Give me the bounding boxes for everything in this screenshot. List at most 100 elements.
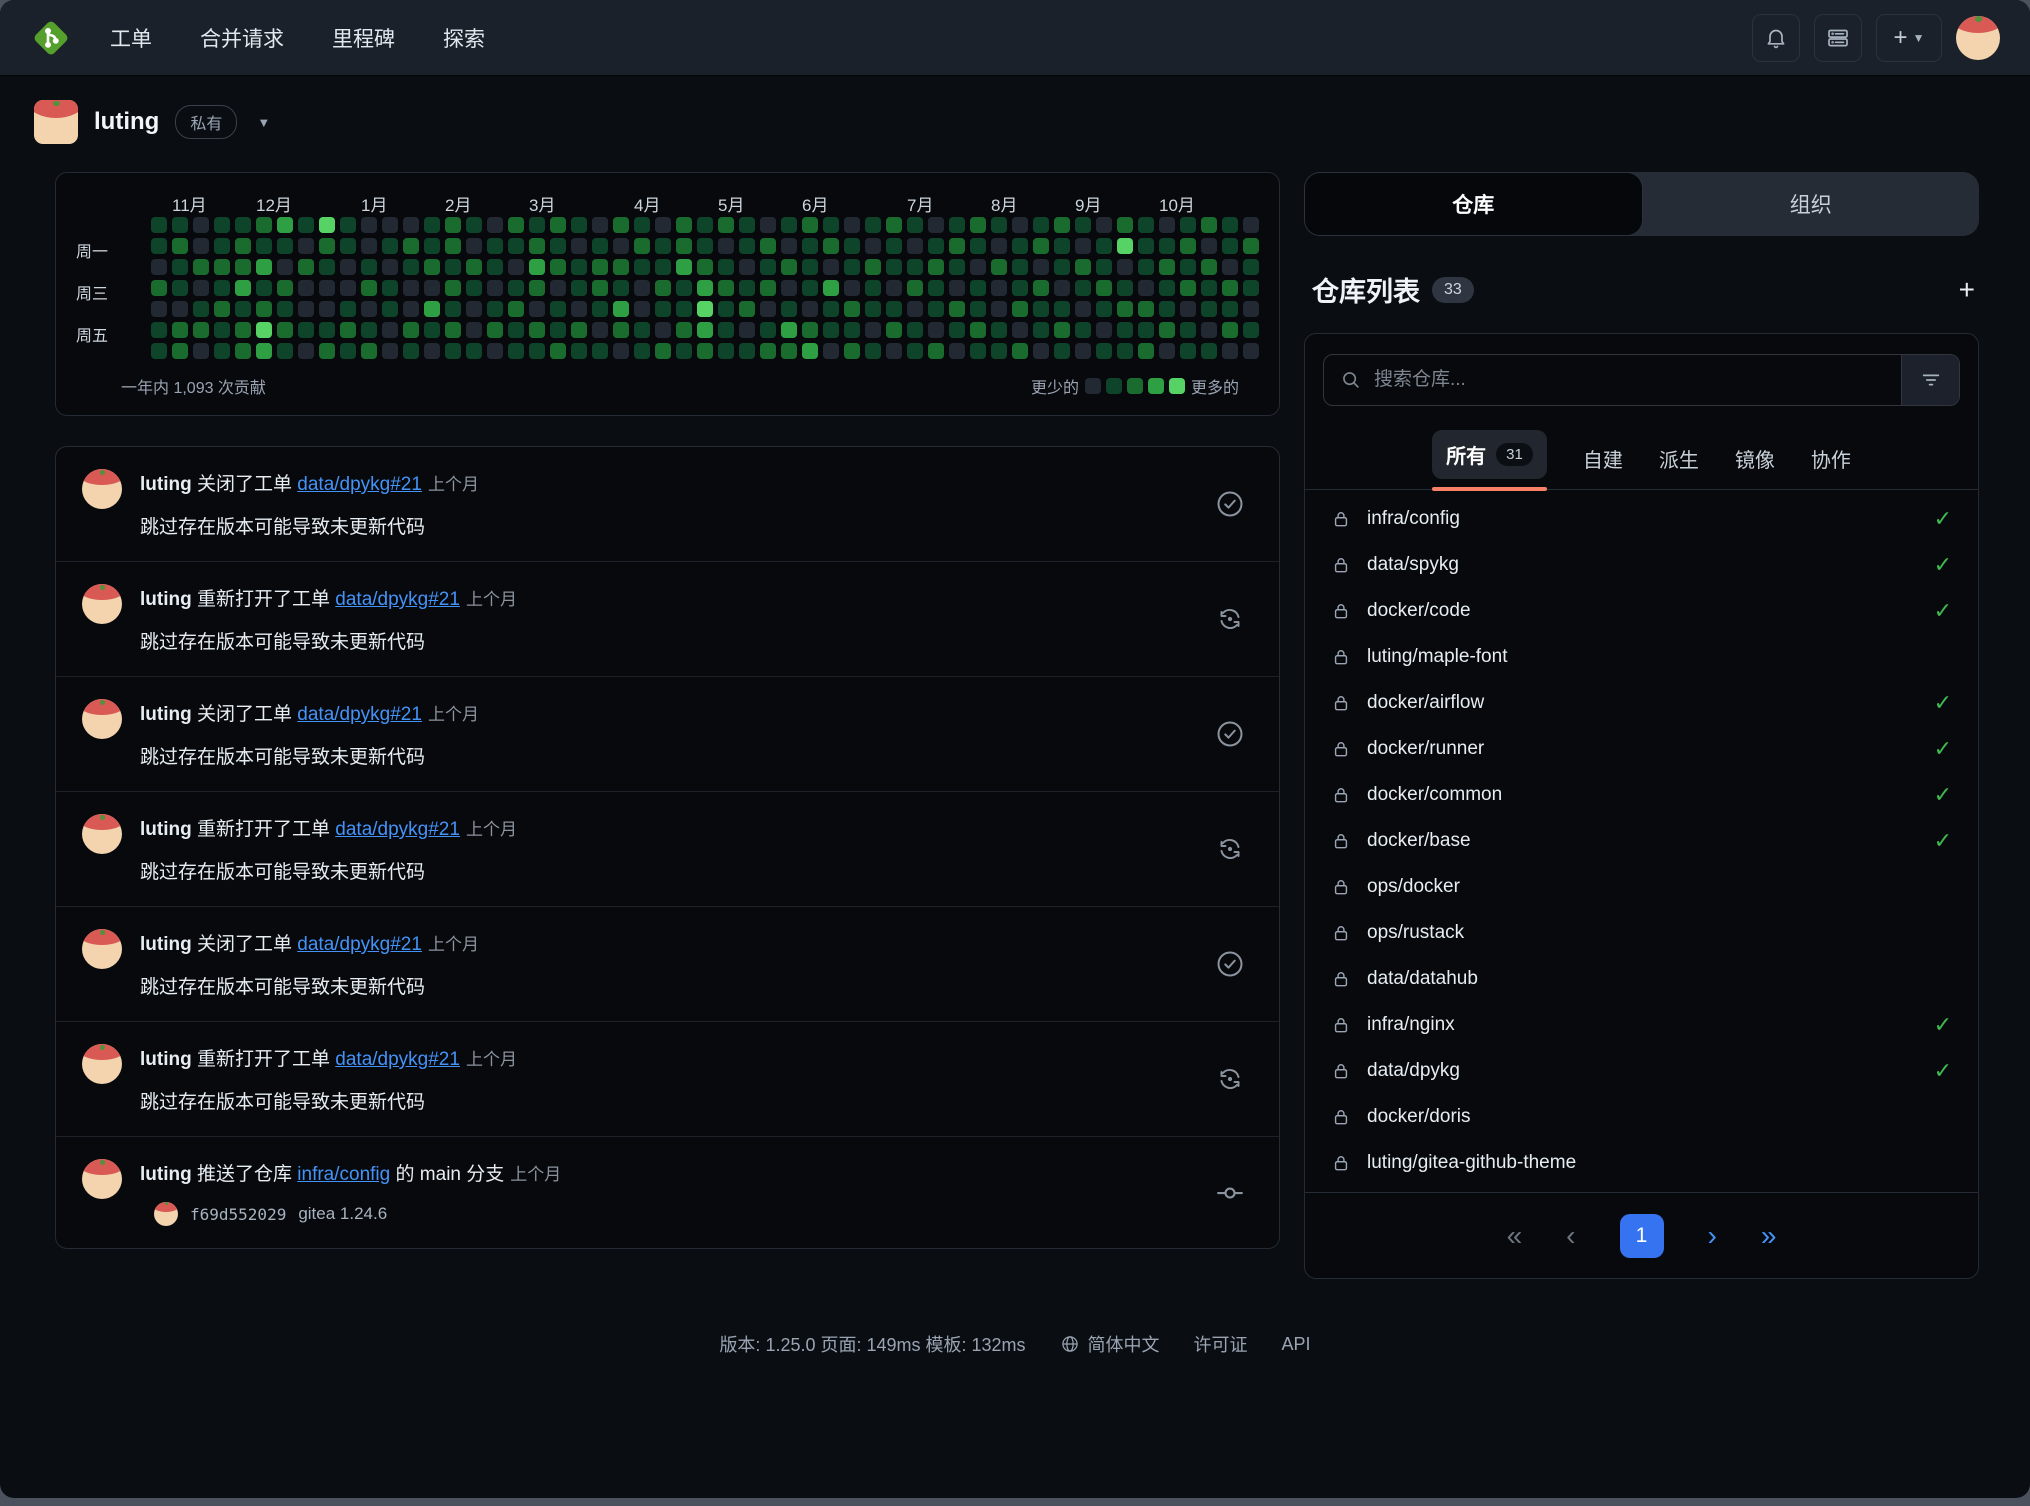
heatmap-cell[interactable] <box>193 280 209 296</box>
heatmap-cell[interactable] <box>1180 238 1196 254</box>
heatmap-cell[interactable] <box>550 322 566 338</box>
heatmap-cell[interactable] <box>424 301 440 317</box>
heatmap-cell[interactable] <box>1117 238 1133 254</box>
heatmap-cell[interactable] <box>319 343 335 359</box>
heatmap-cell[interactable] <box>760 301 776 317</box>
heatmap-cell[interactable] <box>697 259 713 275</box>
heatmap-cell[interactable] <box>487 280 503 296</box>
heatmap-cell[interactable] <box>781 322 797 338</box>
heatmap-cell[interactable] <box>802 259 818 275</box>
heatmap-cell[interactable] <box>1054 259 1070 275</box>
heatmap-cell[interactable] <box>907 343 923 359</box>
heatmap-cell[interactable] <box>424 259 440 275</box>
heatmap-cell[interactable] <box>151 259 167 275</box>
heatmap-cell[interactable] <box>403 280 419 296</box>
heatmap-cell[interactable] <box>760 238 776 254</box>
heatmap-cell[interactable] <box>949 301 965 317</box>
heatmap-cell[interactable] <box>991 217 1007 233</box>
heatmap-cell[interactable] <box>1201 280 1217 296</box>
heatmap-cell[interactable] <box>844 259 860 275</box>
heatmap-cell[interactable] <box>970 343 986 359</box>
heatmap-cell[interactable] <box>1096 238 1112 254</box>
feed-link[interactable]: data/dpykg#21 <box>335 589 460 610</box>
feed-link[interactable]: data/dpykg#21 <box>297 474 422 495</box>
heatmap-cell[interactable] <box>487 259 503 275</box>
heatmap-cell[interactable] <box>1222 238 1238 254</box>
heatmap-cell[interactable] <box>718 322 734 338</box>
heatmap-cell[interactable] <box>802 343 818 359</box>
heatmap-cell[interactable] <box>991 259 1007 275</box>
heatmap-cell[interactable] <box>1201 238 1217 254</box>
repo-filter-tab[interactable]: 镜像 <box>1735 444 1775 489</box>
heatmap-cell[interactable] <box>1138 280 1154 296</box>
heatmap-cell[interactable] <box>1012 238 1028 254</box>
heatmap-cell[interactable] <box>382 238 398 254</box>
heatmap-cell[interactable] <box>634 343 650 359</box>
heatmap-cell[interactable] <box>529 280 545 296</box>
feed-actor-avatar[interactable] <box>82 469 122 509</box>
heatmap-cell[interactable] <box>1201 217 1217 233</box>
repo-row[interactable]: docker/code✓ <box>1305 588 1978 634</box>
repo-row[interactable]: infra/config✓ <box>1305 496 1978 542</box>
heatmap-cell[interactable] <box>340 343 356 359</box>
feed-actor[interactable]: luting <box>140 474 192 495</box>
heatmap-cell[interactable] <box>1180 280 1196 296</box>
heatmap-cell[interactable] <box>172 238 188 254</box>
heatmap-cell[interactable] <box>802 238 818 254</box>
heatmap-cell[interactable] <box>571 280 587 296</box>
tab-organizations[interactable]: 组织 <box>1643 172 1980 236</box>
heatmap-cell[interactable] <box>1243 217 1259 233</box>
heatmap-cell[interactable] <box>529 238 545 254</box>
heatmap-cell[interactable] <box>1012 259 1028 275</box>
heatmap-cell[interactable] <box>1012 322 1028 338</box>
heatmap-cell[interactable] <box>235 238 251 254</box>
heatmap-cell[interactable] <box>1012 301 1028 317</box>
heatmap-cell[interactable] <box>1201 259 1217 275</box>
heatmap-cell[interactable] <box>172 301 188 317</box>
heatmap-cell[interactable] <box>1117 259 1133 275</box>
heatmap-cell[interactable] <box>340 301 356 317</box>
heatmap-cell[interactable] <box>256 343 272 359</box>
heatmap-cell[interactable] <box>277 301 293 317</box>
heatmap-cell[interactable] <box>697 322 713 338</box>
heatmap-cell[interactable] <box>970 280 986 296</box>
heatmap-cell[interactable] <box>445 217 461 233</box>
repo-row[interactable]: docker/common✓ <box>1305 772 1978 818</box>
heatmap-cell[interactable] <box>256 280 272 296</box>
heatmap-cell[interactable] <box>445 322 461 338</box>
heatmap-cell[interactable] <box>193 238 209 254</box>
heatmap-cell[interactable] <box>487 238 503 254</box>
heatmap-cell[interactable] <box>1054 322 1070 338</box>
heatmap-cell[interactable] <box>802 280 818 296</box>
repo-name[interactable]: luting/gitea-github-theme <box>1367 1152 1576 1174</box>
heatmap-cell[interactable] <box>382 217 398 233</box>
heatmap-cell[interactable] <box>781 238 797 254</box>
heatmap-cell[interactable] <box>823 322 839 338</box>
heatmap-cell[interactable] <box>1054 217 1070 233</box>
heatmap-cell[interactable] <box>886 343 902 359</box>
heatmap-cell[interactable] <box>466 301 482 317</box>
heatmap-cell[interactable] <box>1201 322 1217 338</box>
heatmap-cell[interactable] <box>466 259 482 275</box>
heatmap-cell[interactable] <box>907 322 923 338</box>
heatmap-cell[interactable] <box>886 217 902 233</box>
heatmap-cell[interactable] <box>970 259 986 275</box>
feed-actor[interactable]: luting <box>140 704 192 725</box>
heatmap-cell[interactable] <box>823 259 839 275</box>
heatmap-cell[interactable] <box>760 322 776 338</box>
heatmap-cell[interactable] <box>1222 322 1238 338</box>
heatmap-cell[interactable] <box>382 301 398 317</box>
heatmap-cell[interactable] <box>277 259 293 275</box>
repo-name[interactable]: infra/nginx <box>1367 1014 1455 1036</box>
repo-filter-tab[interactable]: 协作 <box>1811 444 1851 489</box>
heatmap-cell[interactable] <box>739 259 755 275</box>
heatmap-cell[interactable] <box>781 301 797 317</box>
heatmap-cell[interactable] <box>1159 217 1175 233</box>
heatmap-cell[interactable] <box>1138 217 1154 233</box>
heatmap-cell[interactable] <box>676 217 692 233</box>
heatmap-cell[interactable] <box>319 217 335 233</box>
heatmap-cell[interactable] <box>655 301 671 317</box>
repo-filter-all-active[interactable]: 所有31 <box>1432 430 1547 489</box>
heatmap-cell[interactable] <box>466 322 482 338</box>
heatmap-cell[interactable] <box>823 343 839 359</box>
